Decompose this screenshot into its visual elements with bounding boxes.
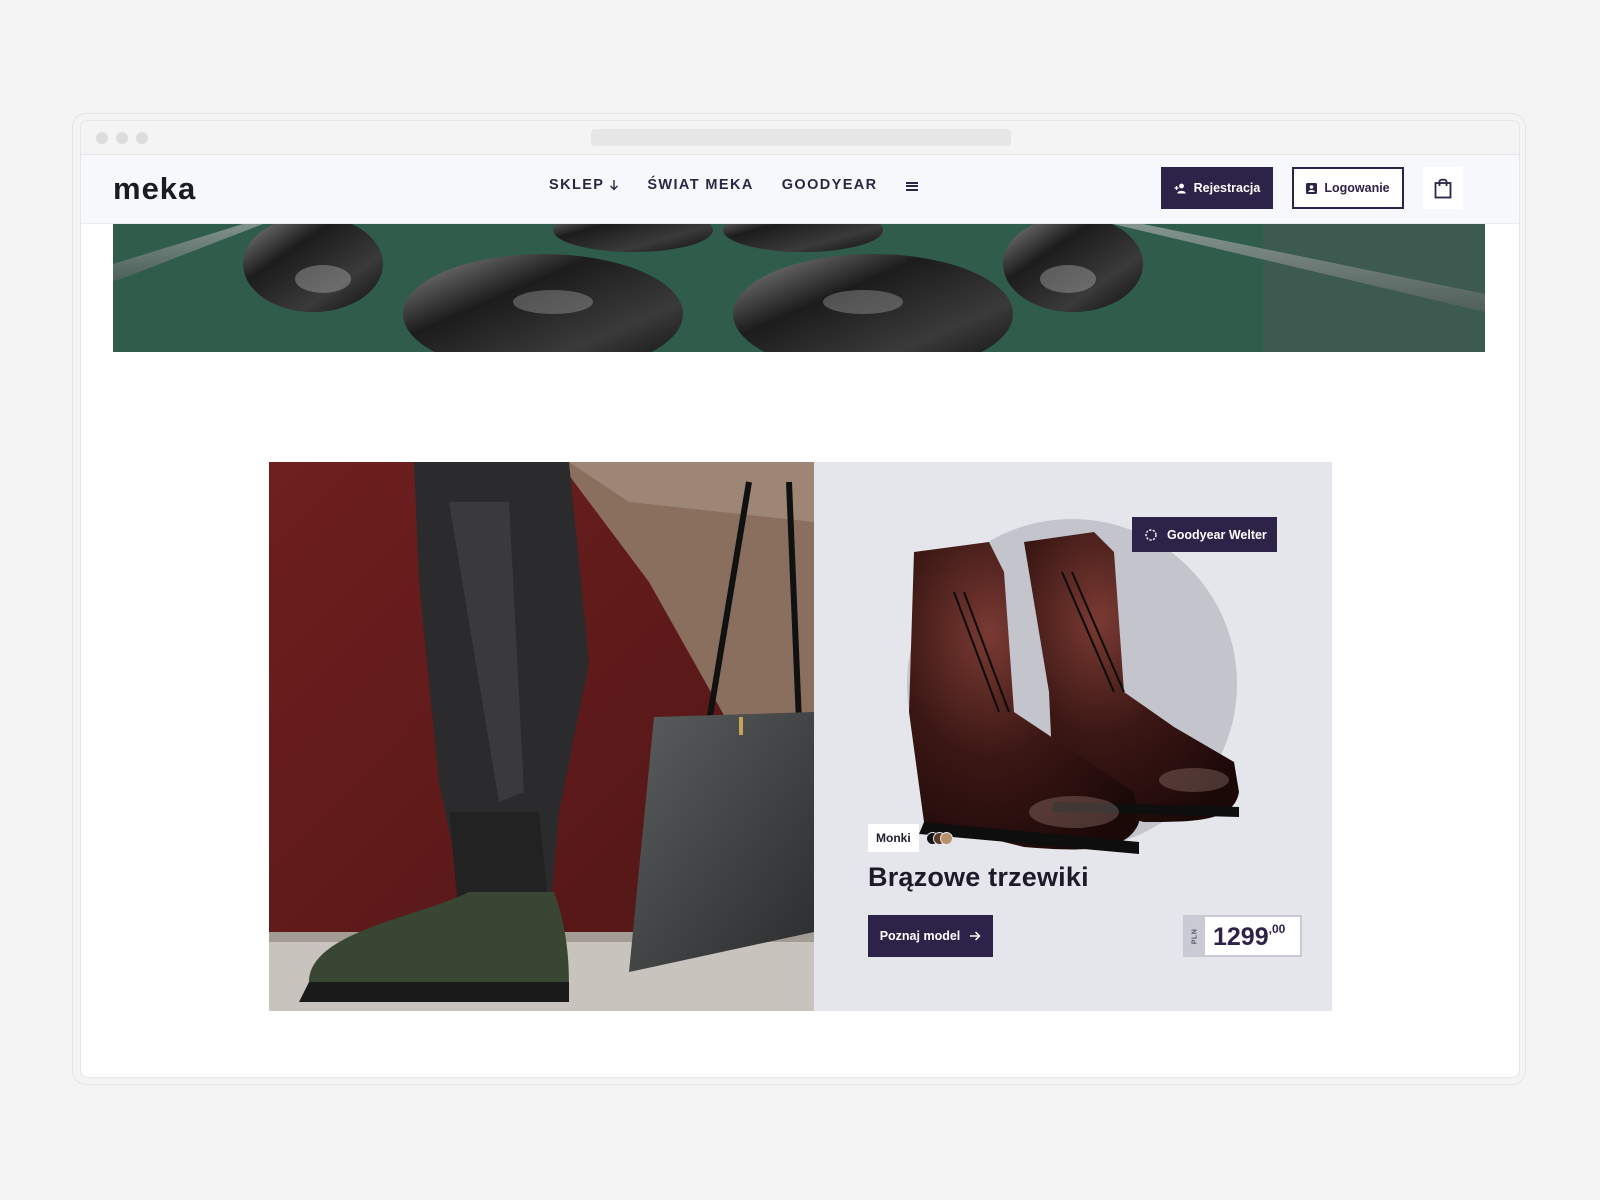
goodyear-welter-badge: Goodyear Welter (1132, 517, 1277, 552)
window-dot[interactable] (96, 132, 108, 144)
main-menu: SKLEP ŚWIAT MEKA GOODYEAR (549, 177, 918, 193)
cart-button[interactable] (1423, 167, 1463, 209)
browser-chrome (81, 121, 1519, 155)
address-bar[interactable] (591, 129, 1011, 146)
color-swatch[interactable] (940, 832, 953, 845)
price-decimal: ,00 (1268, 922, 1286, 936)
login-label: Logowanie (1324, 181, 1390, 195)
arrow-down-icon (610, 180, 619, 191)
explore-model-button[interactable]: Poznaj model (868, 915, 993, 957)
color-swatches (926, 832, 966, 845)
logo[interactable]: meka (113, 171, 196, 207)
window-dot[interactable] (116, 132, 128, 144)
browser-window: meka SKLEP ŚWIAT MEKA GOODYEAR Rejestrac… (80, 120, 1520, 1078)
price-tag: PLN 1299 ,00 (1183, 915, 1302, 957)
nav-item-goodyear[interactable]: GOODYEAR (782, 177, 878, 193)
price-amount: 1299 ,00 (1205, 917, 1285, 955)
nav-item-label: ŚWIAT MEKA (647, 177, 754, 193)
arrow-right-icon (970, 931, 981, 941)
hamburger-icon[interactable] (905, 181, 918, 191)
seal-icon (1145, 528, 1157, 541)
register-button[interactable]: Rejestracja (1161, 167, 1273, 209)
register-label: Rejestracja (1193, 181, 1261, 195)
add-user-icon (1174, 183, 1186, 193)
product-promo: Goodyear Welter Monki Brązowe trzewiki P… (269, 462, 1332, 1011)
product-card[interactable]: Goodyear Welter Monki Brązowe trzewiki P… (814, 462, 1332, 1011)
login-button[interactable]: Logowanie (1292, 167, 1404, 209)
nav-item-shop[interactable]: SKLEP (549, 177, 619, 193)
badge-label: Goodyear Welter (1167, 527, 1267, 542)
price-integer: 1299 (1213, 923, 1269, 951)
hero-shoes-illustration (113, 224, 1485, 352)
hero-banner-image (113, 224, 1485, 352)
cta-label: Poznaj model (879, 929, 961, 943)
currency-label: PLN (1185, 917, 1205, 955)
nav-item-label: GOODYEAR (781, 177, 878, 193)
brand-tag: Monki (868, 824, 919, 852)
product-name: Brązowe trzewiki (868, 862, 1089, 892)
lifestyle-photo (269, 462, 814, 1011)
site-header: meka SKLEP ŚWIAT MEKA GOODYEAR Rejestrac… (81, 155, 1519, 224)
lifestyle-illustration (269, 462, 814, 1011)
nav-item-label: SKLEP (549, 177, 605, 193)
nav-item-world[interactable]: ŚWIAT MEKA (647, 177, 753, 193)
shopping-bag-icon (1434, 178, 1452, 199)
window-dot[interactable] (136, 132, 148, 144)
user-card-icon (1306, 182, 1318, 194)
